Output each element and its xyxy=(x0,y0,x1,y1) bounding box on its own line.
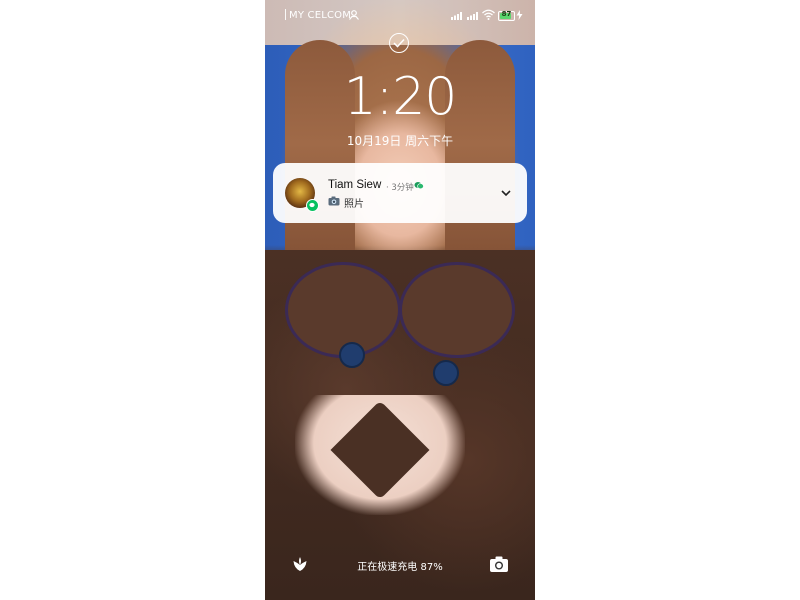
signal-strength-icon xyxy=(451,12,462,20)
wallpaper-coat-button xyxy=(433,360,459,386)
lock-date: 10月19日 周六下午 xyxy=(346,134,454,148)
charging-bolt-icon xyxy=(516,10,523,20)
battery-icon: 87 xyxy=(498,10,515,21)
battery-level: 87 xyxy=(501,10,512,18)
lock-screen: MY CELCOM 87 1:20 10月19日 周六下午 Tiam Siew … xyxy=(265,0,535,600)
wifi-icon xyxy=(482,9,495,20)
camera-icon[interactable] xyxy=(489,555,509,573)
chat-bubble-icon xyxy=(414,182,424,190)
notification-time: · 3分钟 xyxy=(386,183,414,193)
wallpaper-collar-left xyxy=(285,262,401,358)
wechat-icon xyxy=(306,199,319,212)
wallpaper-coat-button xyxy=(339,342,365,368)
notification-message: 照片 xyxy=(344,199,364,210)
wallpaper-heart-hands xyxy=(295,395,465,515)
carrier-separator xyxy=(285,9,286,20)
unlock-indicator-icon xyxy=(389,33,409,53)
status-bar: MY CELCOM 87 xyxy=(265,0,535,30)
signal-strength-icon xyxy=(467,12,478,20)
chevron-down-icon[interactable] xyxy=(499,187,513,199)
wallpaper-collar-right xyxy=(399,262,515,358)
screen-mirror-icon xyxy=(349,10,359,20)
carrier-name: MY CELCOM xyxy=(289,10,352,21)
notification-sender: Tiam Siew xyxy=(328,179,382,191)
lock-clock: 1:20 xyxy=(343,67,458,127)
camera-icon xyxy=(328,196,340,206)
notification-card[interactable]: Tiam Siew · 3分钟 照片 xyxy=(273,163,527,223)
